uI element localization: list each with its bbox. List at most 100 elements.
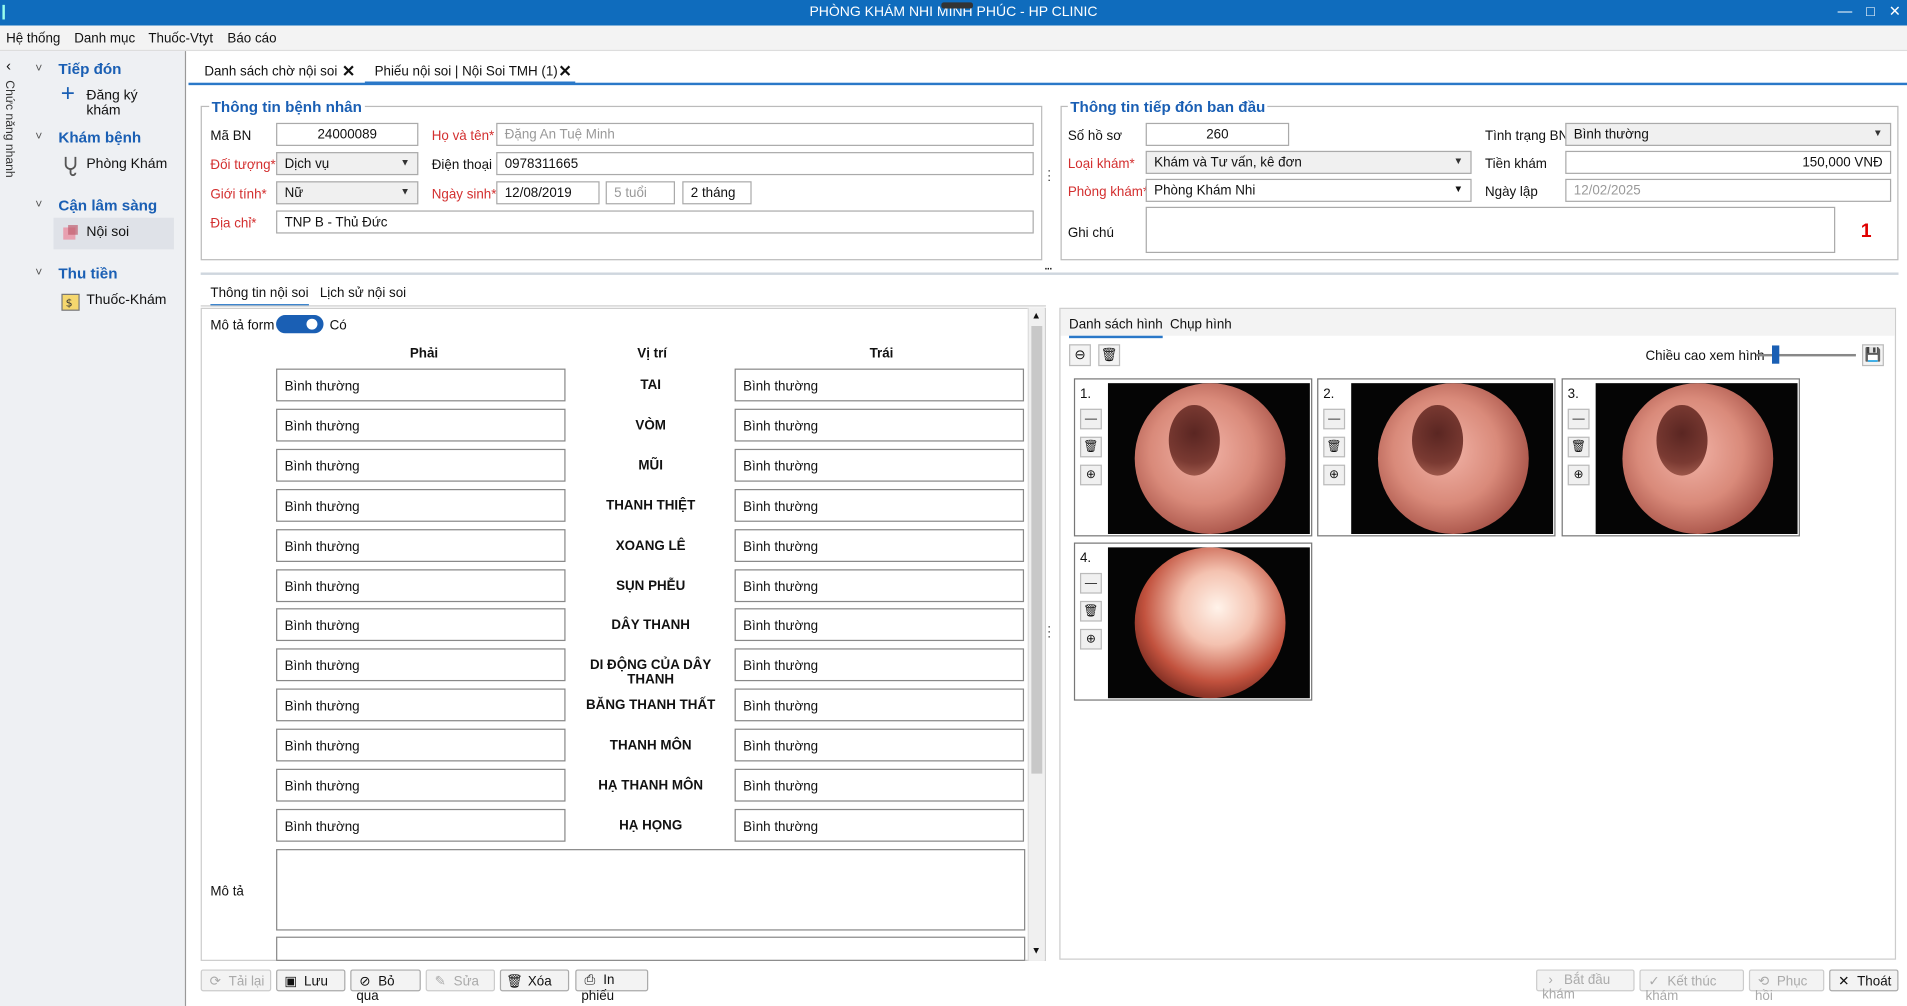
close-tab-icon[interactable]: ✕ [342, 62, 355, 81]
phai-field[interactable]: Bình thường [276, 648, 566, 682]
phai-field[interactable]: Bình thường [276, 768, 566, 802]
trash-icon[interactable]: 🗑 [1079, 600, 1102, 622]
trai-field[interactable]: Bình thường [734, 648, 1025, 682]
phai-field[interactable]: Bình thường [276, 488, 566, 522]
trash-icon[interactable]: 🗑 [1323, 436, 1346, 458]
tab-chup-hinh[interactable]: Chụp hình [1170, 317, 1232, 332]
chevron-down-icon[interactable]: ˅ [35, 62, 42, 75]
ngay-lap-field[interactable]: 12/02/2025 [1565, 178, 1892, 202]
image-thumbnail[interactable]: 4. — 🗑 ⊕ [1073, 542, 1313, 701]
sidebar-item-noi-soi[interactable]: Nội soi [53, 217, 174, 250]
zoom-slider-thumb[interactable] [1772, 345, 1780, 364]
extra-field[interactable] [276, 936, 1026, 961]
phai-field[interactable]: Bình thường [276, 608, 566, 642]
mo-ta-field[interactable] [276, 849, 1026, 931]
mo-ta-form-toggle[interactable] [276, 315, 324, 334]
trash-icon[interactable]: 🗑 [1079, 436, 1102, 458]
phai-field[interactable]: Bình thường [276, 688, 566, 722]
image-thumbnail[interactable]: 3. — 🗑 ⊕ [1561, 378, 1800, 537]
menu-he-thong[interactable]: Hệ thống [6, 32, 60, 47]
phai-field[interactable]: Bình thường [276, 569, 566, 603]
phai-field[interactable]: Bình thường [276, 448, 566, 482]
phai-field[interactable]: Bình thường [276, 529, 566, 562]
remove-image-icon[interactable]: ⊖ [1069, 344, 1091, 367]
form-scrollbar[interactable]: ▲ ▼ [1027, 307, 1045, 961]
save-image-icon[interactable]: 💾 [1862, 344, 1884, 367]
edit-button[interactable]: ✎ Sửa [425, 969, 495, 992]
tab-phieu-noi-soi[interactable]: Phiếu nội soi | Nội Soi TMH (1) ✕ [364, 60, 576, 84]
trai-field[interactable]: Bình thường [734, 808, 1025, 842]
trai-field[interactable]: Bình thường [734, 569, 1025, 603]
chevron-down-icon[interactable]: ˅ [35, 198, 42, 211]
menu-thuoc-vtyt[interactable]: Thuốc-Vtyt [148, 32, 213, 47]
menu-bao-cao[interactable]: Báo cáo [227, 32, 276, 47]
scroll-thumb[interactable] [1031, 325, 1043, 774]
minus-icon[interactable]: — [1323, 408, 1346, 430]
sidebar-group-thu-tien[interactable]: Thu tiền [58, 265, 117, 282]
sidebar-item-thuoc-kham[interactable]: $ Thuốc-Khám [54, 286, 174, 318]
exit-button[interactable]: ✕ Thoát [1829, 969, 1899, 992]
trai-field[interactable]: Bình thường [734, 488, 1025, 522]
delete-button[interactable]: 🗑 Xóa [499, 969, 570, 992]
close-icon[interactable]: ✕ [1884, 2, 1906, 19]
tab-lich-su-noi-soi[interactable]: Lịch sử nội soi [320, 286, 406, 301]
ho-ten-field[interactable]: Đặng An Tuệ Minh [496, 122, 1034, 146]
sidebar-group-can-lam-sang[interactable]: Cận lâm sàng [58, 197, 157, 214]
phai-field[interactable]: Bình thường [276, 368, 566, 402]
so-ho-so-field[interactable]: 260 [1145, 122, 1290, 146]
ma-bn-field[interactable]: 24000089 [276, 122, 419, 146]
collapse-sidebar-icon[interactable]: ‹ [6, 57, 11, 74]
trai-field[interactable]: Bình thường [734, 408, 1025, 442]
zoom-in-icon[interactable]: ⊕ [1079, 628, 1102, 650]
start-exam-button[interactable]: › Bắt đầu khám [1536, 969, 1635, 1002]
tab-danh-sach-cho[interactable]: Danh sách chờ nội soi ✕ [197, 60, 361, 84]
ngay-sinh-field[interactable]: 12/08/2019 [496, 181, 600, 205]
horizontal-splitter-icon[interactable]: ··· [1043, 260, 1053, 275]
phong-kham-select[interactable]: Phòng Khám Nhi ▼ [1145, 178, 1472, 202]
trash-icon[interactable]: 🗑 [1567, 436, 1590, 458]
sidebar-item-dang-ky-kham[interactable]: + Đăng ký khám [54, 81, 174, 117]
menu-danh-muc[interactable]: Danh mục [74, 32, 135, 47]
trai-field[interactable]: Bình thường [734, 529, 1025, 562]
end-exam-button[interactable]: ✓ Kết thúc khám [1639, 969, 1745, 1004]
chevron-down-icon[interactable]: ˅ [35, 266, 42, 279]
trai-field[interactable]: Bình thường [734, 688, 1025, 722]
phai-field[interactable]: Bình thường [276, 808, 566, 842]
tab-danh-sach-hinh[interactable]: Danh sách hình [1069, 317, 1163, 339]
ghi-chu-field[interactable] [1145, 206, 1836, 254]
print-button[interactable]: ⎙ In phiếu [575, 969, 649, 1004]
phai-field[interactable]: Bình thường [276, 728, 566, 762]
restore-button[interactable]: ⟲ Phục hồi [1748, 969, 1825, 1004]
doi-tuong-select[interactable]: Dịch vụ ▼ [276, 152, 419, 176]
dien-thoai-field[interactable]: 0978311665 [496, 152, 1034, 176]
trai-field[interactable]: Bình thường [734, 368, 1025, 402]
maximize-icon[interactable]: □ [1860, 2, 1882, 19]
scroll-down-icon[interactable]: ▼ [1031, 945, 1041, 956]
sidebar-group-kham-benh[interactable]: Khám bệnh [58, 129, 141, 146]
trai-field[interactable]: Bình thường [734, 768, 1025, 802]
loai-kham-select[interactable]: Khám và Tư vấn, kê đơn ▼ [1145, 150, 1472, 174]
zoom-slider[interactable] [1756, 345, 1856, 364]
phai-field[interactable]: Bình thường [276, 408, 566, 442]
close-tab-icon[interactable]: ✕ [558, 62, 571, 81]
gioi-tinh-select[interactable]: Nữ ▼ [276, 181, 419, 205]
trai-field[interactable]: Bình thường [734, 728, 1025, 762]
tab-thong-tin-noi-soi[interactable]: Thông tin nội soi [210, 286, 309, 307]
tien-kham-field[interactable]: 150,000 VNĐ [1565, 150, 1892, 174]
trai-field[interactable]: Bình thường [734, 608, 1025, 642]
zoom-in-icon[interactable]: ⊕ [1567, 464, 1590, 486]
sidebar-group-tiep-don[interactable]: Tiếp đón [58, 61, 121, 78]
skip-button[interactable]: ⊘ Bỏ qua [350, 969, 421, 1004]
splitter-handle-icon[interactable]: · · · [1047, 165, 1051, 187]
minus-icon[interactable]: — [1567, 408, 1590, 430]
trash-icon[interactable]: 🗑 [1098, 344, 1121, 367]
minimize-icon[interactable]: — [1834, 2, 1856, 19]
tuoi-field[interactable]: 5 tuổi [605, 181, 675, 205]
image-thumbnail[interactable]: 2. — 🗑 ⊕ [1317, 378, 1556, 537]
save-button[interactable]: ▣ Lưu [276, 969, 346, 992]
trai-field[interactable]: Bình thường [734, 448, 1025, 482]
minus-icon[interactable]: — [1079, 408, 1102, 430]
zoom-in-icon[interactable]: ⊕ [1079, 464, 1102, 486]
chevron-down-icon[interactable]: ˅ [35, 130, 42, 143]
minus-icon[interactable]: — [1079, 572, 1102, 594]
